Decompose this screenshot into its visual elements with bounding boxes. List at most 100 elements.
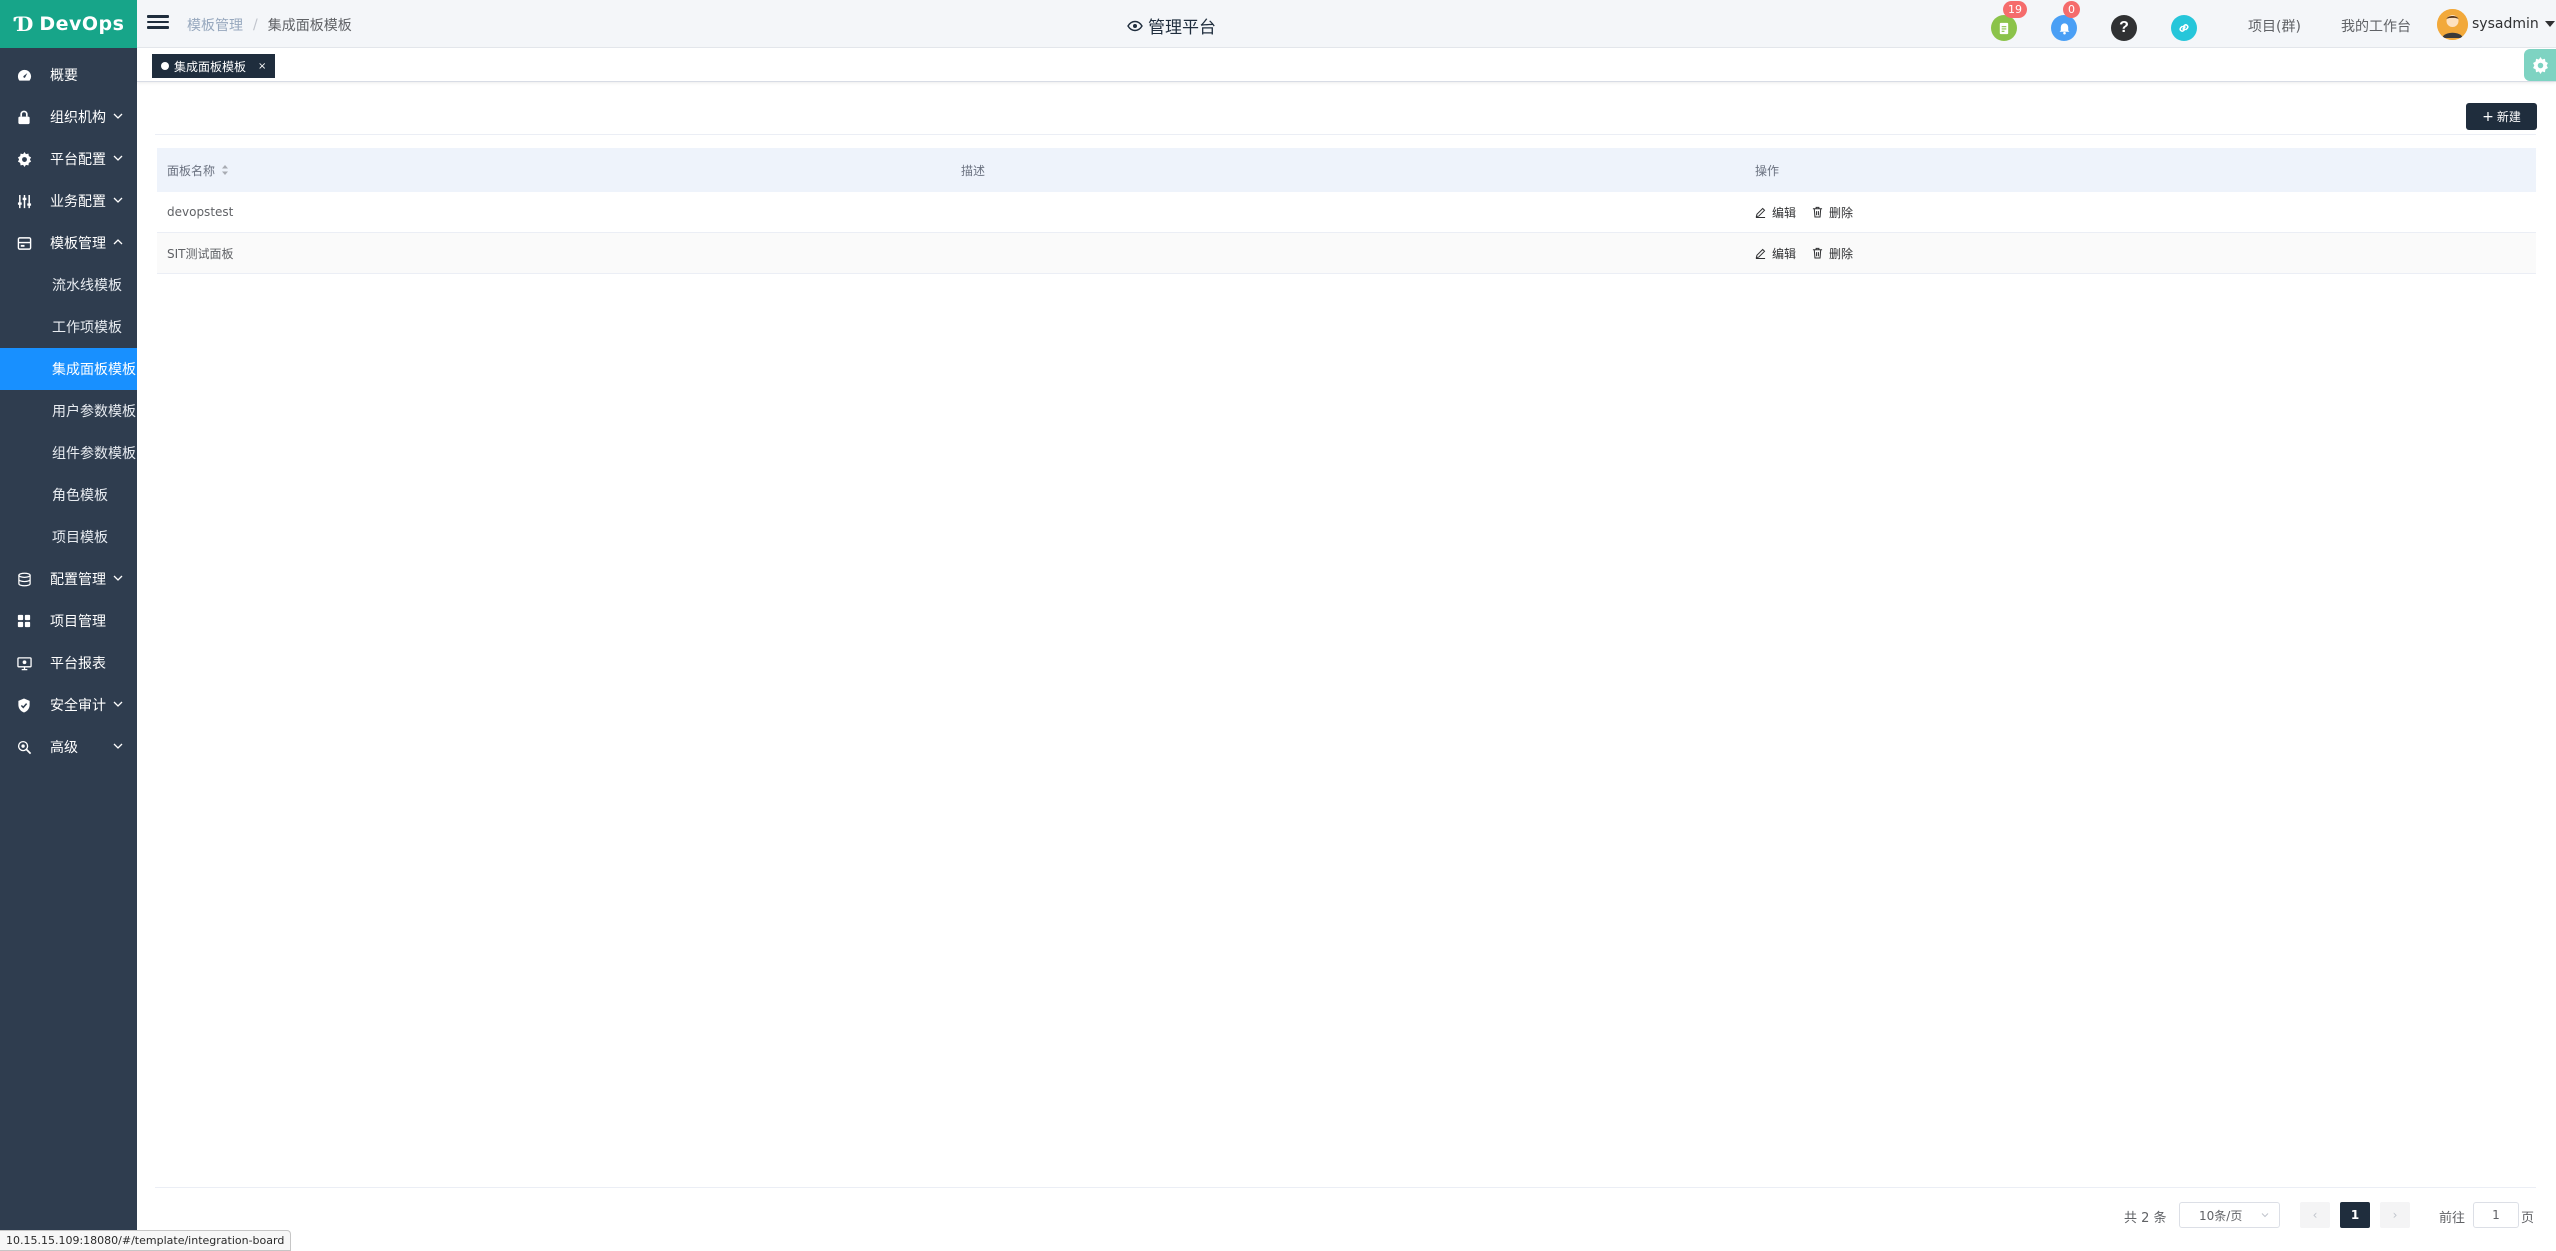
sidebar-item-label: 高级 xyxy=(50,740,78,756)
sidebar-item-label: 业务配置 xyxy=(50,194,106,210)
document-icon xyxy=(1999,22,2009,34)
sidebar-subitem-workitem-template[interactable]: 工作项模板 xyxy=(0,306,137,348)
sidebar-subitem-role-template[interactable]: 角色模板 xyxy=(0,474,137,516)
sidebar-item-overview[interactable]: 概要 xyxy=(0,54,137,96)
goto-label: 前往 xyxy=(2439,1211,2466,1226)
breadcrumb-current: 集成面板模板 xyxy=(267,18,352,34)
delete-label: 删除 xyxy=(1829,205,1854,220)
column-header-actions: 操作 xyxy=(1745,162,2536,179)
question-mark-icon: ? xyxy=(2119,19,2129,36)
tab-label: 集成面板模板 xyxy=(174,59,247,74)
column-header-label: 描述 xyxy=(961,163,986,178)
tab-integration-board-template[interactable]: 集成面板模板 × xyxy=(152,54,276,78)
sidebar-item-label: 项目管理 xyxy=(50,614,106,630)
projects-link[interactable]: 项目(群) xyxy=(2248,16,2301,36)
chevron-down-icon xyxy=(113,113,123,119)
chevron-down-icon xyxy=(113,155,123,161)
sidebar-item-organization[interactable]: 组织机构 xyxy=(0,96,137,138)
sidebar-subitem-component-param-template[interactable]: 组件参数模板 xyxy=(0,432,137,474)
eye-icon xyxy=(1127,20,1143,31)
link-icon xyxy=(2179,24,2189,32)
link-button[interactable] xyxy=(2171,15,2197,41)
column-header-name[interactable]: 面板名称 xyxy=(157,162,951,179)
edit-button[interactable]: 编辑 xyxy=(1755,245,1796,262)
chevron-down-icon xyxy=(113,743,123,749)
sidebar-item-platform-reports[interactable]: 平台报表 xyxy=(0,642,137,684)
new-button[interactable]: + 新建 xyxy=(2466,103,2537,130)
active-dot-icon xyxy=(161,62,169,70)
breadcrumb-separator: / xyxy=(253,17,258,33)
sidebar-item-label: 安全审计 xyxy=(50,698,106,714)
sidebar-subitem-label: 流水线模板 xyxy=(52,278,122,294)
advanced-icon xyxy=(16,739,32,755)
notification-button[interactable]: 0 xyxy=(2051,1,2080,41)
pagination-total: 共 2 条 xyxy=(2124,1211,2167,1226)
caret-down-icon xyxy=(2544,21,2555,27)
bell-icon xyxy=(2059,22,2069,34)
gear-icon xyxy=(16,151,32,167)
page-title: 管理平台 xyxy=(1127,13,1216,38)
hamburger-menu-icon[interactable] xyxy=(147,12,169,34)
delete-button[interactable]: 删除 xyxy=(1812,204,1853,221)
sidebar-item-project-management[interactable]: 项目管理 xyxy=(0,600,137,642)
sidebar-item-label: 平台报表 xyxy=(50,656,106,672)
cell-name: devopstest xyxy=(167,205,234,219)
toolbar-divider xyxy=(155,134,2536,135)
settings-drawer-button[interactable] xyxy=(2524,49,2556,81)
page-size-select[interactable]: 10条/页 xyxy=(2179,1202,2280,1228)
sidebar-item-advanced[interactable]: 高级 xyxy=(0,726,137,768)
help-button[interactable]: ? xyxy=(2111,15,2137,41)
delete-button[interactable]: 删除 xyxy=(1812,245,1853,262)
sidebar-subitem-label: 组件参数模板 xyxy=(52,446,136,462)
breadcrumb: 模板管理 / 集成面板模板 xyxy=(187,15,352,35)
my-workbench-link[interactable]: 我的工作台 xyxy=(2341,16,2411,36)
template-icon xyxy=(16,235,32,251)
edit-button[interactable]: 编辑 xyxy=(1755,204,1796,221)
chevron-left-icon: ‹ xyxy=(2312,1208,2318,1222)
chevron-down-icon xyxy=(2261,1213,2269,1218)
user-menu[interactable]: sysadmin xyxy=(2437,8,2555,40)
template-table: 面板名称 描述 操作 devopstest 编辑 删除 SIT测试面板 编辑 删… xyxy=(157,148,2536,274)
task-list-button[interactable]: 19 xyxy=(1991,1,2027,41)
page-unit-label: 页 xyxy=(2521,1211,2535,1226)
logo-mark-icon: Ɗ xyxy=(16,12,34,36)
goto-page-input[interactable]: 1 xyxy=(2473,1202,2519,1228)
sidebar-subitem-project-template[interactable]: 项目模板 xyxy=(0,516,137,558)
sidebar-subitem-user-param-template[interactable]: 用户参数模板 xyxy=(0,390,137,432)
sidebar-subitem-pipeline-template[interactable]: 流水线模板 xyxy=(0,264,137,306)
monitor-icon xyxy=(16,655,32,671)
logo[interactable]: Ɗ DevOps xyxy=(0,0,137,48)
column-header-label: 操作 xyxy=(1755,163,1780,178)
sidebar-item-security-audit[interactable]: 安全审计 xyxy=(0,684,137,726)
trash-icon xyxy=(1812,247,1823,259)
column-header-description: 描述 xyxy=(951,162,1745,179)
prev-page-button[interactable]: ‹ xyxy=(2300,1202,2330,1228)
shield-icon xyxy=(16,697,32,713)
sidebar-item-business-config[interactable]: 业务配置 xyxy=(0,180,137,222)
sidebar-item-template-management[interactable]: 模板管理 xyxy=(0,222,137,264)
sidebar-item-config-management[interactable]: 配置管理 xyxy=(0,558,137,600)
sidebar-item-label: 配置管理 xyxy=(50,572,106,588)
sidebar-subitem-label: 角色模板 xyxy=(52,488,108,504)
edit-label: 编辑 xyxy=(1772,205,1797,220)
breadcrumb-template-management[interactable]: 模板管理 xyxy=(187,15,243,35)
column-header-label: 面板名称 xyxy=(167,163,216,178)
notification-count-badge: 0 xyxy=(2063,1,2080,18)
sidebar-subitem-label: 用户参数模板 xyxy=(52,404,136,420)
top-header: 模板管理 / 集成面板模板 管理平台 19 0 ? 项目(群) 我的工作台 sy… xyxy=(137,0,2556,48)
sidebar-item-platform-config[interactable]: 平台配置 xyxy=(0,138,137,180)
sliders-icon xyxy=(16,193,32,209)
logo-text: DevOps xyxy=(39,13,125,35)
page-number-button[interactable]: 1 xyxy=(2340,1202,2370,1228)
chevron-down-icon xyxy=(113,701,123,707)
sidebar-subitem-integration-board-template[interactable]: 集成面板模板 xyxy=(0,348,137,390)
page-size-value: 10条/页 xyxy=(2199,1208,2243,1223)
sort-icon[interactable] xyxy=(221,164,229,176)
trash-icon xyxy=(1812,206,1823,218)
username: sysadmin xyxy=(2472,16,2539,32)
table-row: devopstest 编辑 删除 xyxy=(157,192,2536,233)
next-page-button[interactable]: › xyxy=(2380,1202,2410,1228)
close-icon[interactable]: × xyxy=(258,61,266,72)
browser-status-url: 10.15.15.109:18080/#/template/integratio… xyxy=(0,1230,292,1251)
sidebar-item-label: 概要 xyxy=(50,68,78,84)
